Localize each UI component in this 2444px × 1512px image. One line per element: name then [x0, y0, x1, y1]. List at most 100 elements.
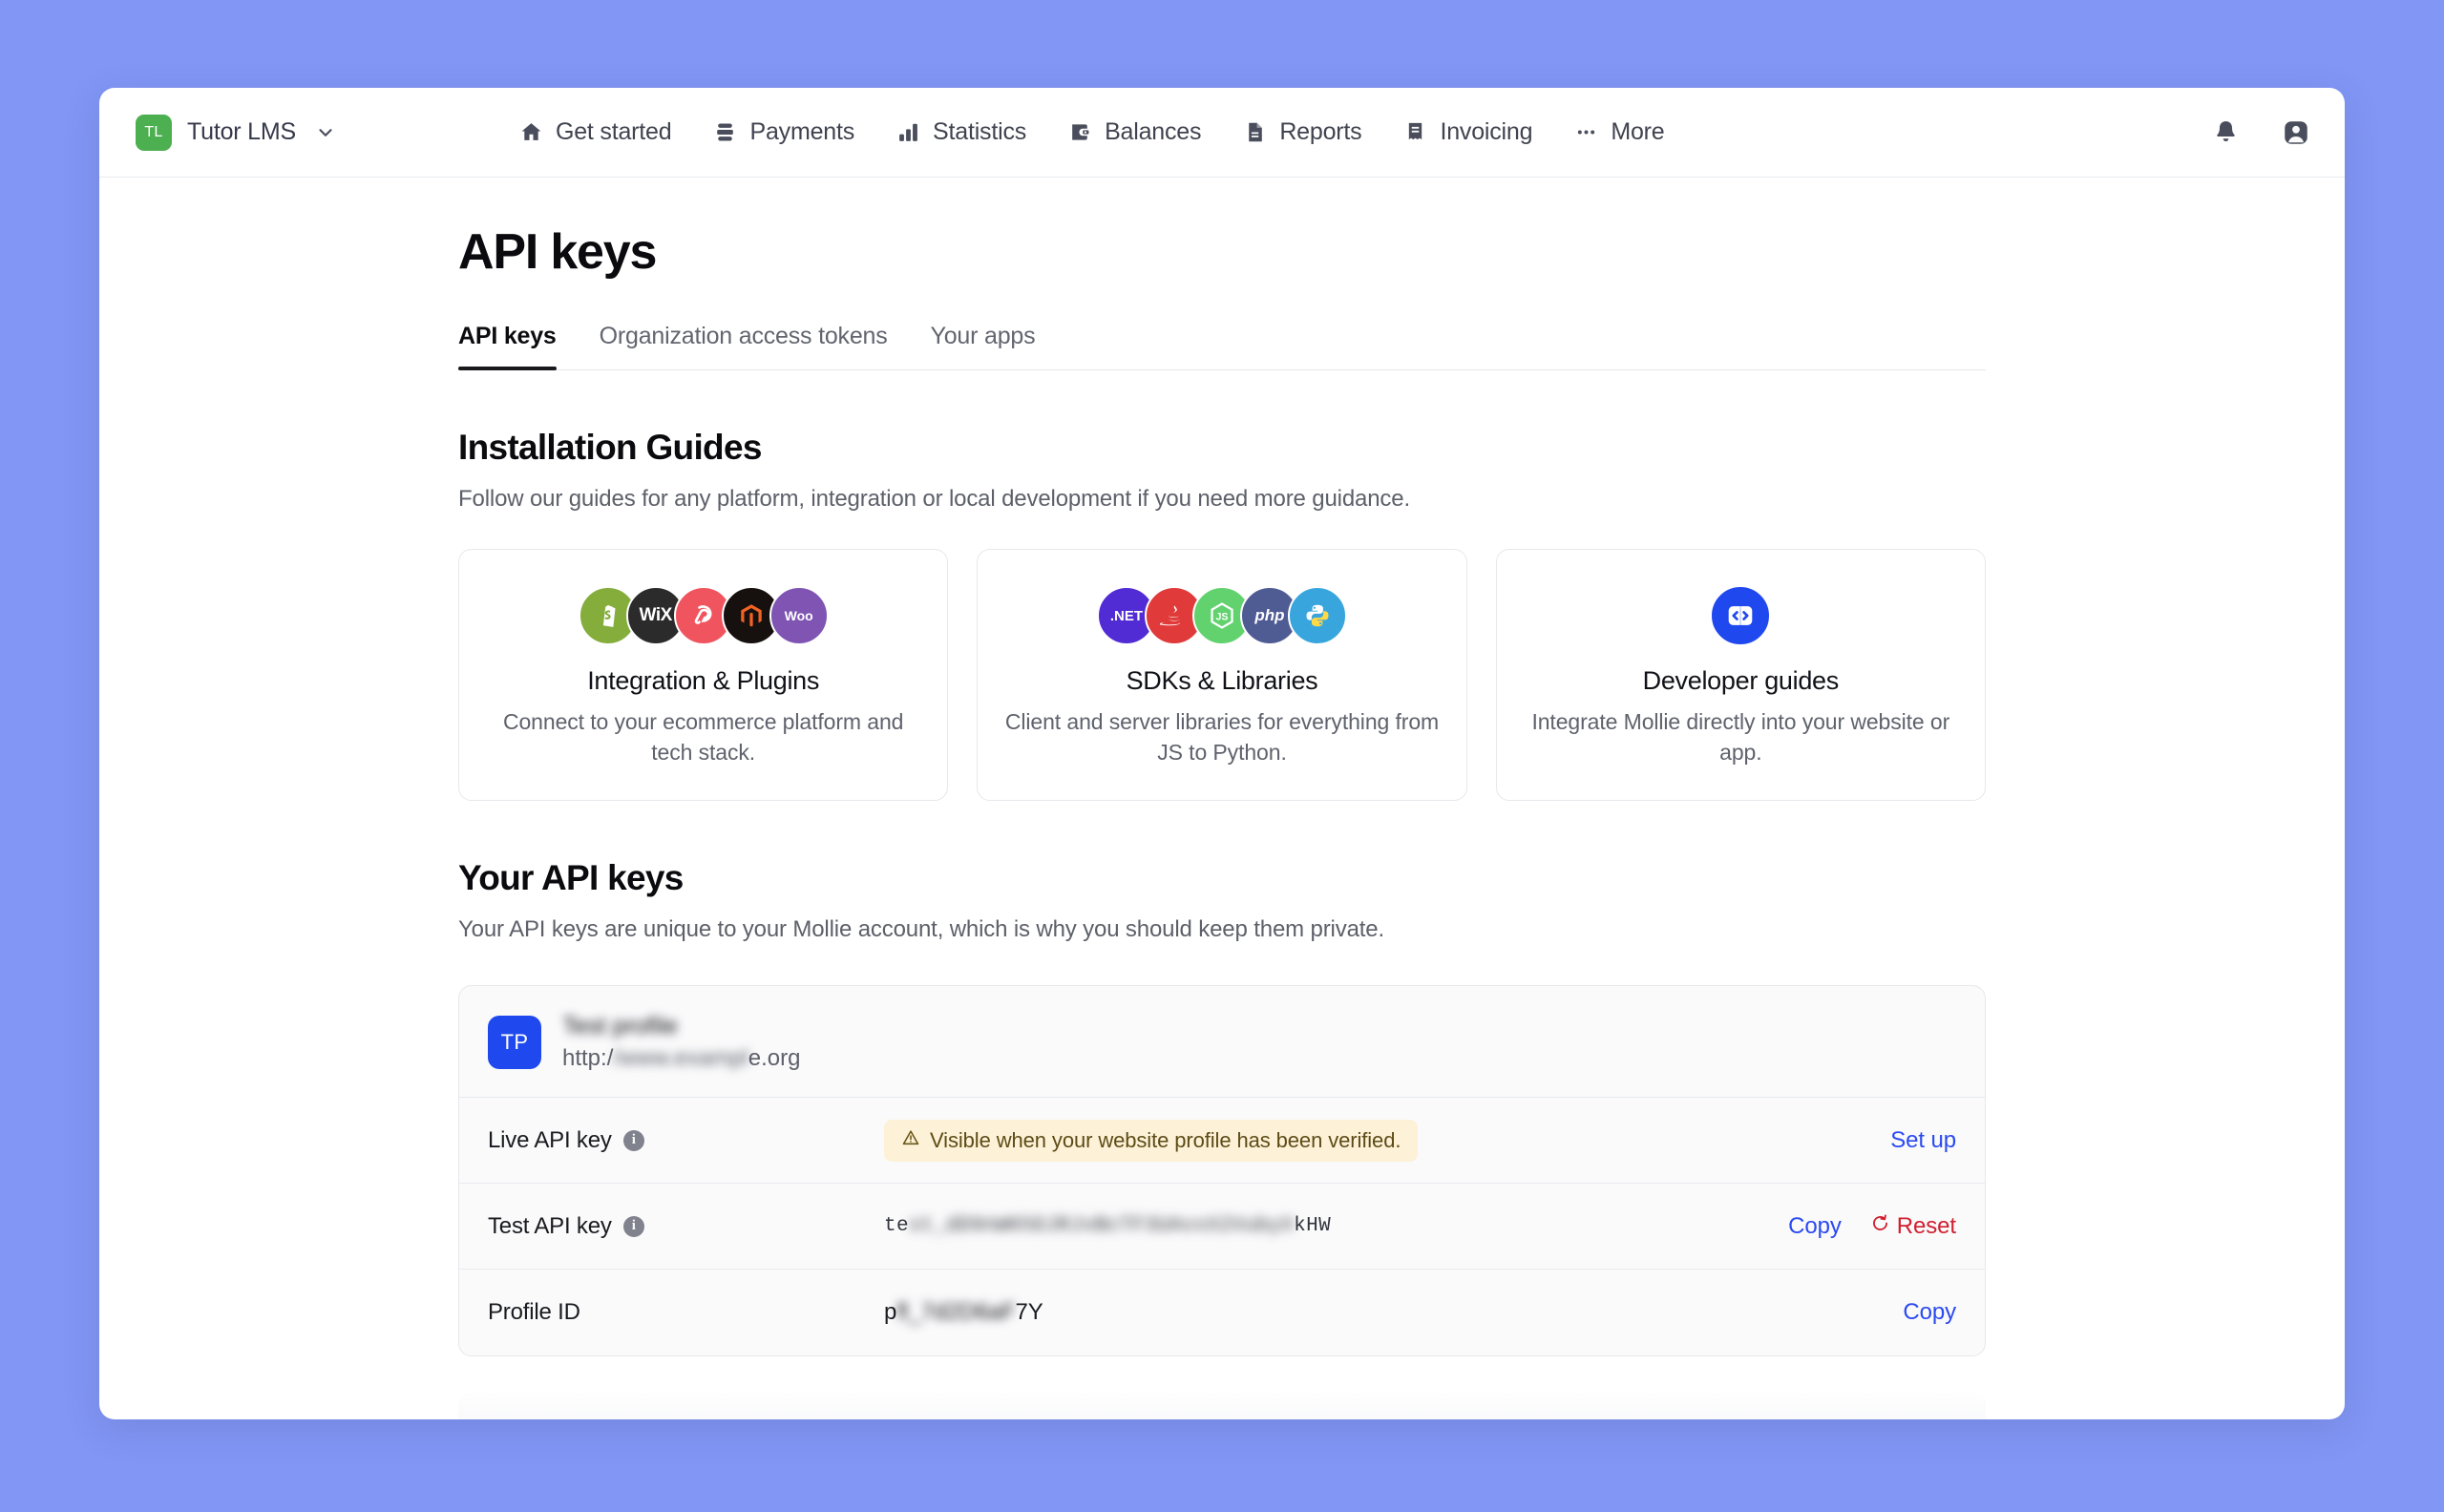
- guide-card-title: Developer guides: [1642, 666, 1840, 695]
- secret-prefix: te: [884, 1215, 910, 1238]
- code-brackets-logo: [1710, 585, 1772, 646]
- topbar-actions: [2212, 118, 2310, 147]
- profile-name: Test profile: [562, 1013, 678, 1040]
- reset-test-key-link[interactable]: Reset: [1870, 1213, 1956, 1240]
- guide-card-description: Client and server libraries for everythi…: [1004, 709, 1440, 765]
- wallet-icon: [1068, 120, 1092, 144]
- your-api-keys-title: Your API keys: [458, 858, 684, 898]
- key-label-text: Test API key: [488, 1212, 612, 1239]
- nav-item-balances[interactable]: Balances: [1068, 118, 1202, 146]
- copy-profile-id-link[interactable]: Copy: [1903, 1299, 1956, 1326]
- key-label: Test API key i: [488, 1213, 884, 1240]
- tab-organization-access-tokens[interactable]: Organization access tokens: [600, 323, 888, 369]
- app-window: TL Tutor LMS Get started Payments Statis…: [99, 88, 2345, 1419]
- page-title: API keys: [458, 224, 657, 280]
- nav-label: Get started: [555, 118, 672, 145]
- nav-item-invoicing[interactable]: Invoicing: [1403, 118, 1533, 146]
- nav-item-payments[interactable]: Payments: [713, 118, 854, 146]
- key-value: pfl_7d2D6aF7Y: [884, 1299, 1903, 1326]
- page-tabs: API keys Organization access tokens Your…: [458, 323, 1986, 370]
- main-nav: Get started Payments Statistics Balances: [519, 118, 1665, 146]
- python-logo: [1287, 586, 1347, 645]
- key-actions: Copy: [1903, 1299, 1956, 1326]
- guide-card-description: Integrate Mollie directly into your webs…: [1531, 709, 1950, 765]
- guide-card-title: Integration & Plugins: [587, 666, 820, 695]
- secret-suffix: kHW: [1294, 1215, 1332, 1238]
- top-navigation-bar: TL Tutor LMS Get started Payments Statis…: [99, 88, 2345, 178]
- id-suffix: 7Y: [1015, 1299, 1043, 1326]
- guide-card-integration-plugins[interactable]: WiX Woo Integration & Plugins Connect to…: [458, 549, 949, 802]
- key-label-text: Profile ID: [488, 1299, 580, 1326]
- key-value: Visible when your website profile has be…: [884, 1119, 1890, 1162]
- profile-url-masked: /www.exampl: [613, 1045, 748, 1072]
- nav-label: Balances: [1105, 118, 1202, 145]
- key-value: test_dD9nWKhDJRJvBcTF3UAvxX2VubyXkHW: [884, 1215, 1788, 1237]
- key-actions: Copy Reset: [1788, 1213, 1956, 1240]
- key-row-profile-id: Profile ID pfl_7d2D6aF7Y Copy: [459, 1270, 1985, 1355]
- tab-api-keys[interactable]: API keys: [458, 323, 557, 370]
- logo-row: .NET JS php: [1001, 586, 1443, 645]
- home-icon: [519, 120, 543, 144]
- nav-item-statistics[interactable]: Statistics: [896, 118, 1026, 146]
- nav-label: More: [1611, 118, 1665, 145]
- copy-test-key-link[interactable]: Copy: [1788, 1213, 1842, 1240]
- status-badge: Visible when your website profile has be…: [884, 1119, 1419, 1162]
- set-up-link[interactable]: Set up: [1890, 1127, 1956, 1154]
- page-content: API keys API keys Organization access to…: [99, 178, 2345, 1419]
- nav-item-get-started[interactable]: Get started: [519, 118, 672, 146]
- document-icon: [1243, 120, 1267, 144]
- key-actions: Set up: [1890, 1127, 1956, 1154]
- installation-guide-cards: WiX Woo Integration & Plugins Connect to…: [458, 549, 1986, 802]
- api-keys-panel: TP Test profile http://www.example.org L…: [458, 985, 1986, 1357]
- ellipsis-icon: [1574, 120, 1598, 144]
- nav-label: Payments: [749, 118, 855, 145]
- brand-avatar: TL: [136, 114, 172, 151]
- guide-card-developer-guides[interactable]: Developer guides Integrate Mollie direct…: [1495, 549, 1986, 802]
- receipt-icon: [1403, 120, 1427, 144]
- payments-icon: [713, 120, 737, 144]
- installation-guides-subtitle: Follow our guides for any platform, inte…: [458, 486, 1410, 512]
- brand-name: Tutor LMS: [187, 118, 296, 145]
- info-icon[interactable]: i: [622, 1215, 644, 1237]
- key-row-test-api-key: Test API key i test_dD9nWKhDJRJvBcTF3UAv…: [459, 1184, 1985, 1270]
- woocommerce-logo: Woo: [769, 586, 829, 645]
- reset-label: Reset: [1896, 1212, 1956, 1239]
- id-masked: fl_7d2D6aF: [896, 1299, 1016, 1326]
- brand-switcher[interactable]: TL Tutor LMS: [126, 109, 346, 157]
- guide-card-description: Connect to your ecommerce platform and t…: [502, 709, 904, 765]
- bell-icon[interactable]: [2212, 118, 2240, 146]
- info-icon[interactable]: i: [622, 1129, 644, 1151]
- status-badge-text: Visible when your website profile has be…: [930, 1127, 1401, 1152]
- test-api-key-value: test_dD9nWKhDJRJvBcTF3UAvxX2VubyXkHW: [884, 1215, 1331, 1237]
- reset-icon: [1870, 1213, 1890, 1240]
- chevron-down-icon: [315, 122, 336, 143]
- profile-url-prefix: http:/: [562, 1045, 614, 1072]
- user-avatar-icon[interactable]: [2282, 118, 2310, 147]
- installation-guides-title: Installation Guides: [458, 428, 762, 467]
- profile-id-value: pfl_7d2D6aF7Y: [884, 1299, 1043, 1326]
- profile-row: TP Test profile http://www.example.org: [459, 986, 1985, 1099]
- nav-label: Invoicing: [1440, 118, 1533, 145]
- warning-triangle-icon: [901, 1128, 920, 1153]
- next-section-peek: [458, 1391, 1986, 1419]
- nav-item-more[interactable]: More: [1574, 118, 1665, 146]
- profile-avatar: TP: [488, 1016, 541, 1070]
- guide-card-sdks-libraries[interactable]: .NET JS php SDKs & Libraries Client and …: [977, 549, 1467, 802]
- logo-row: WiX Woo: [482, 586, 924, 645]
- nav-label: Statistics: [933, 118, 1027, 145]
- key-label: Profile ID: [488, 1299, 884, 1326]
- bar-chart-icon: [896, 120, 920, 144]
- profile-url: http://www.example.org: [562, 1045, 800, 1072]
- svg-text:JS: JS: [1215, 611, 1228, 622]
- logo-row: [1520, 585, 1962, 646]
- nav-label: Reports: [1279, 118, 1362, 145]
- key-label: Live API key i: [488, 1127, 884, 1154]
- guide-card-title: SDKs & Libraries: [1126, 666, 1318, 695]
- nav-item-reports[interactable]: Reports: [1243, 118, 1362, 146]
- secret-masked: st_dD9nWKhDJRJvBcTF3UAvxX2VubyX: [909, 1215, 1295, 1238]
- key-row-live-api-key: Live API key i Visible when your website…: [459, 1098, 1985, 1185]
- key-label-text: Live API key: [488, 1126, 612, 1153]
- profile-url-suffix: e.org: [748, 1045, 801, 1072]
- your-api-keys-subtitle: Your API keys are unique to your Mollie …: [458, 916, 1384, 943]
- tab-your-apps[interactable]: Your apps: [931, 323, 1036, 369]
